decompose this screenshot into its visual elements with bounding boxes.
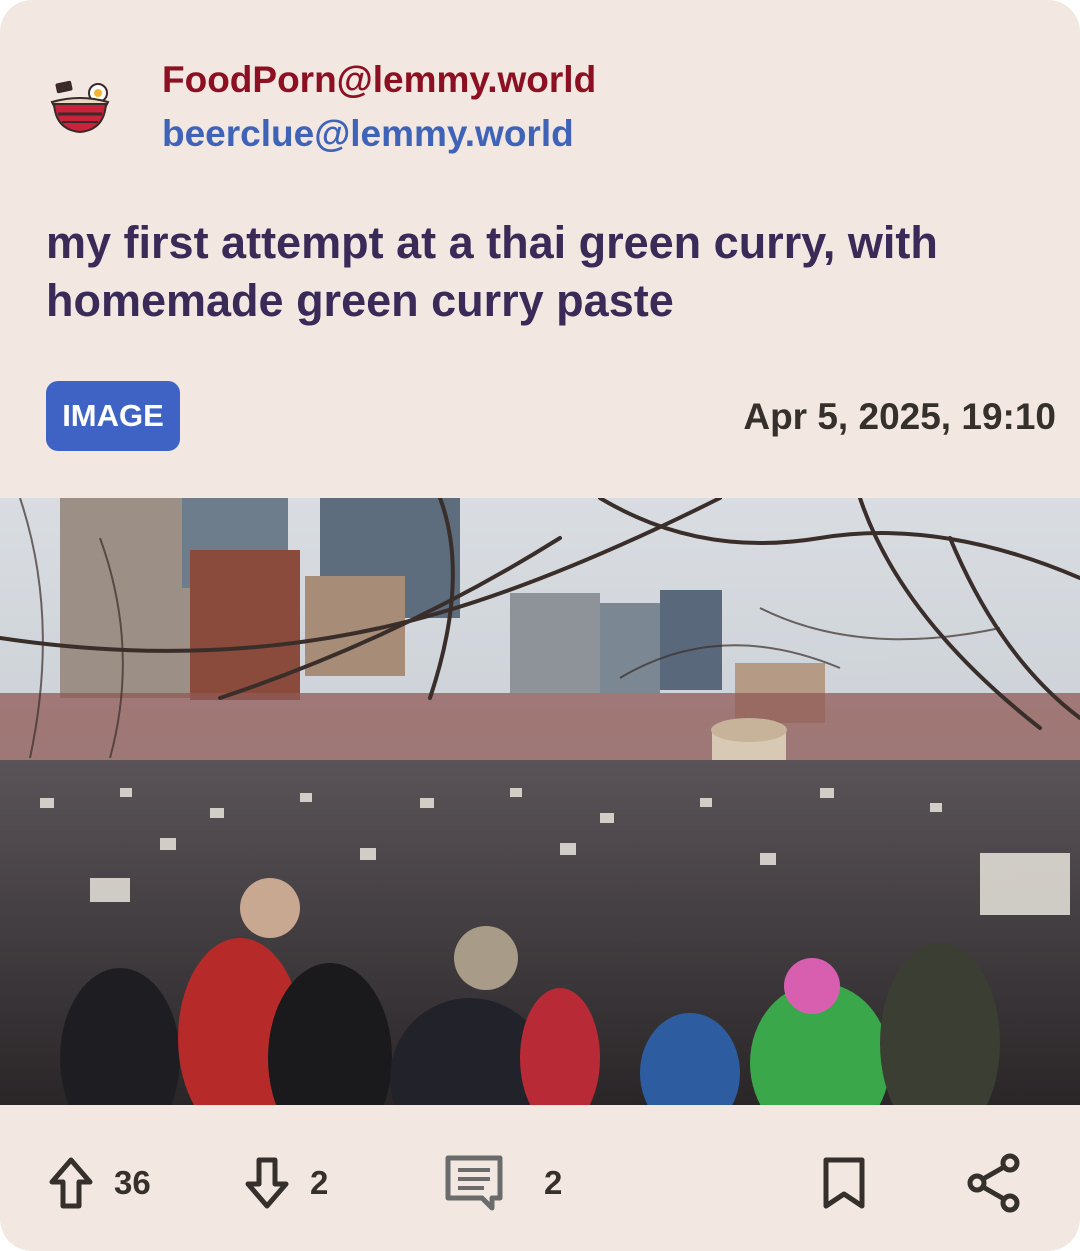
arrow-up-icon xyxy=(48,1156,94,1210)
author-name[interactable]: beerclue@lemmy.world xyxy=(162,112,574,156)
post-action-bar: 36 2 2 xyxy=(0,1105,1080,1251)
comments-button[interactable]: 2 xyxy=(444,1151,562,1215)
share-button[interactable] xyxy=(966,1151,1022,1215)
ramen-bowl-icon[interactable] xyxy=(48,76,112,136)
save-button[interactable] xyxy=(822,1151,866,1215)
comment-count: 2 xyxy=(544,1164,563,1201)
post-date: Apr 5, 2025, 19:10 xyxy=(743,396,1056,437)
post-type-badge: IMAGE xyxy=(46,381,180,451)
downvote-button[interactable]: 2 xyxy=(244,1151,328,1215)
share-icon xyxy=(966,1153,1022,1213)
bookmark-icon xyxy=(822,1156,866,1210)
upvote-button[interactable]: 36 xyxy=(48,1151,151,1215)
community-name[interactable]: FoodPorn@lemmy.world xyxy=(162,58,596,102)
post-image[interactable] xyxy=(0,498,1080,1105)
downvote-count: 2 xyxy=(310,1164,329,1201)
post-card[interactable]: FoodPorn@lemmy.world beerclue@lemmy.worl… xyxy=(0,0,1080,1251)
upvote-count: 36 xyxy=(114,1164,151,1201)
post-title[interactable]: my first attempt at a thai green curry, … xyxy=(46,214,1046,330)
comment-icon xyxy=(444,1154,504,1212)
arrow-down-icon xyxy=(244,1156,290,1210)
